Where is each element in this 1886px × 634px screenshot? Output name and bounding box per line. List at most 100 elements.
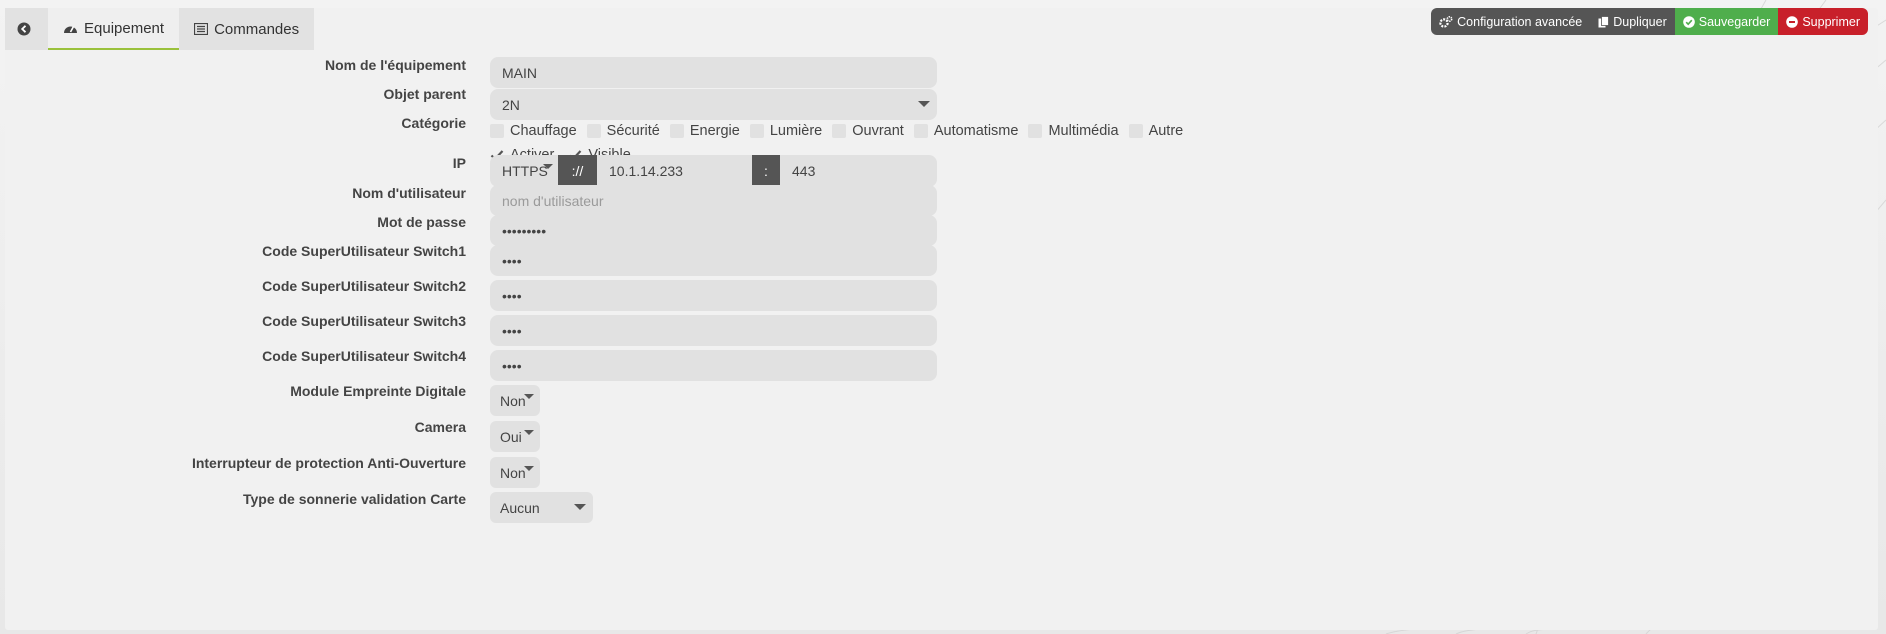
row-antiouverture: Interrupteur de protection Anti-Ouvertur… [5,455,1878,488]
camera-value: Oui [500,428,522,445]
advanced-config-label: Configuration avancée [1457,14,1583,29]
password-label: Mot de passe [377,214,466,230]
tab-bar: Equipement Commandes [5,8,315,50]
protocol-select[interactable]: HTTPS [490,155,558,187]
checkbox-autre[interactable]: Autre [1128,123,1184,139]
row-switch3: Code SuperUtilisateur Switch3 •••• [5,313,1878,346]
switch3-input[interactable]: •••• [490,315,937,346]
action-buttons: Configuration avancée Dupliquer Sauvegar… [1431,8,1868,35]
chevron-down-icon [918,101,930,107]
empreinte-label: Module Empreinte Digitale [290,383,466,399]
row-switch1: Code SuperUtilisateur Switch1 •••• [5,243,1878,276]
nom-input[interactable]: MAIN [490,57,937,88]
duplicate-label: Dupliquer [1613,14,1667,29]
switch2-label: Code SuperUtilisateur Switch2 [262,278,466,294]
categorie-checkboxes: Chauffage Sécurité Energie Lumière Ouvra… [490,121,1193,141]
checkbox-label: Ouvrant [852,123,904,139]
row-camera: Camera Oui [5,419,1878,452]
checkbox-lumiere[interactable]: Lumière [749,123,823,139]
username-input[interactable]: nom d'utilisateur [490,185,937,216]
checkbox-box [490,124,504,138]
camera-label: Camera [414,419,466,435]
checkbox-label: Automatisme [933,123,1019,139]
ip-address-input[interactable]: 10.1.14.233 [597,155,752,187]
ip-input-group: HTTPS :// 10.1.14.233 : 443 [490,155,937,187]
checkbox-label: Sécurité [606,123,660,139]
checkbox-automatisme[interactable]: Automatisme [913,123,1019,139]
sonnerie-select[interactable]: Aucun [490,492,593,523]
checkbox-label: Multimédia [1048,123,1119,139]
switch4-input[interactable]: •••• [490,350,937,381]
back-button[interactable] [5,8,48,50]
antiouverture-select[interactable]: Non [490,457,540,488]
checkbox-box [1028,124,1043,138]
chevron-down-icon [524,394,534,399]
empreinte-value: Non [500,392,526,409]
categorie-label: Catégorie [401,115,466,131]
user-label: Nom d'utilisateur [352,185,466,201]
port-separator: : [752,155,780,187]
dashboard-icon [64,25,77,33]
nom-label: Nom de l'équipement [324,57,466,73]
checkbox-box [749,124,764,138]
row-password: Mot de passe ••••••••• [5,214,1878,246]
delete-button[interactable]: Supprimer [1778,8,1868,35]
duplicate-button[interactable]: Dupliquer [1590,8,1675,35]
antiouverture-value: Non [500,464,526,481]
row-nom: Nom de l'équipement MAIN [5,57,1878,89]
chevron-down-icon [524,430,534,435]
save-label: Sauvegarder [1698,14,1771,29]
chevron-down-icon [524,466,534,471]
checkbox-label: Lumière [769,123,823,139]
sonnerie-label: Type de sonnerie validation Carte [242,491,466,507]
parent-label: Objet parent [383,86,466,102]
tab-commandes-label: Commandes [214,20,300,38]
delete-label: Supprimer [1802,14,1860,29]
switch1-label: Code SuperUtilisateur Switch1 [262,243,466,259]
row-categorie: Catégorie Chauffage Sécurité Energie Lum… [5,115,1878,163]
row-sonnerie-omega [5,541,1878,573]
camera-select[interactable]: Oui [490,421,540,452]
chevron-down-icon [574,504,586,510]
checkbox-energie[interactable]: Energie [669,123,740,139]
checkbox-ouvrant[interactable]: Ouvrant [832,123,904,139]
checkbox-chauffage[interactable]: Chauffage [490,123,577,139]
tab-equipement-label: Equipement [84,19,165,37]
row-switch4: Code SuperUtilisateur Switch4 •••• [5,348,1878,381]
checkbox-box [913,124,928,138]
checkbox-label: Energie [689,123,740,139]
tab-equipement[interactable]: Equipement [48,8,180,50]
equipment-panel: Equipement Commandes Configuration avanc… [5,8,1878,630]
ip-label: IP [452,155,466,171]
tab-commandes[interactable]: Commandes [179,8,315,50]
sonnerie-value: Aucun [500,499,540,516]
row-sonnerie-actual: Type de sonnerie validation Carte Aucun [5,491,1878,523]
port-input[interactable]: 443 [780,155,937,187]
switch2-input[interactable]: •••• [490,280,937,311]
empreinte-select[interactable]: Non [490,385,540,416]
checkbox-multimedia[interactable]: Multimédia [1028,123,1119,139]
checkbox-box [669,124,684,138]
save-button[interactable]: Sauvegarder [1674,8,1779,35]
list-alt-icon [194,23,209,35]
protocol-separator: :// [558,155,597,187]
chevron-down-icon [543,164,553,169]
checkbox-box [586,124,601,138]
minus-circle-icon [1786,15,1799,28]
row-empreinte: Module Empreinte Digitale Non [5,383,1878,416]
switch1-input[interactable]: •••• [490,245,937,276]
arrow-circle-left-icon [17,22,30,36]
row-parent: Objet parent 2N [5,86,1878,120]
row-user: Nom d'utilisateur nom d'utilisateur [5,185,1878,217]
parent-select-value: 2N [502,96,520,113]
checkbox-label: Chauffage [510,123,577,139]
checkbox-box [832,124,847,138]
checkbox-label: Autre [1148,123,1184,139]
checkbox-securite[interactable]: Sécurité [586,123,660,139]
cogs-icon [1439,15,1453,28]
password-input[interactable]: ••••••••• [490,215,937,246]
switch4-label: Code SuperUtilisateur Switch4 [262,348,466,364]
row-ip: IP HTTPS :// 10.1.14.233 : 443 [5,155,1878,187]
advanced-config-button[interactable]: Configuration avancée [1431,8,1591,35]
row-switch2: Code SuperUtilisateur Switch2 •••• [5,278,1878,311]
